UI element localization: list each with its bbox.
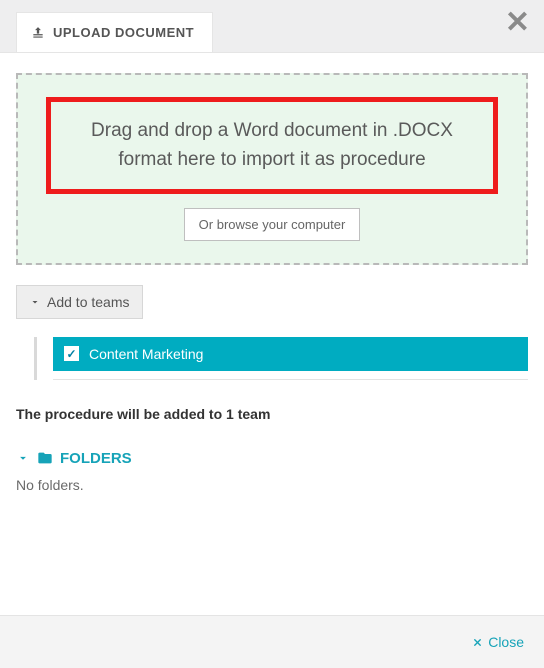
chevron-down-icon <box>16 451 30 465</box>
team-list: ✓ Content Marketing <box>34 337 528 380</box>
close-label: Close <box>488 634 524 650</box>
folder-icon <box>36 450 54 466</box>
modal-root: UPLOAD DOCUMENT ✕ Drag and drop a Word d… <box>0 0 544 668</box>
chevron-down-icon <box>29 296 41 308</box>
team-item-label: Content Marketing <box>89 346 203 362</box>
folders-empty: No folders. <box>16 477 528 493</box>
browse-button[interactable]: Or browse your computer <box>184 208 361 241</box>
dropzone[interactable]: Drag and drop a Word document in .DOCX f… <box>16 73 528 265</box>
tab-upload-document[interactable]: UPLOAD DOCUMENT <box>16 12 213 52</box>
team-summary: The procedure will be added to 1 team <box>16 406 528 422</box>
modal-header: UPLOAD DOCUMENT ✕ <box>0 0 544 52</box>
folders-header[interactable]: FOLDERS <box>16 450 528 467</box>
tab-label: UPLOAD DOCUMENT <box>53 25 194 40</box>
dropzone-highlight: Drag and drop a Word document in .DOCX f… <box>46 97 498 194</box>
add-to-teams-button[interactable]: Add to teams <box>16 285 143 319</box>
upload-icon <box>31 26 45 40</box>
checkbox-checked-icon: ✓ <box>64 346 79 361</box>
modal-body: Drag and drop a Word document in .DOCX f… <box>0 52 544 615</box>
dropzone-message: Drag and drop a Word document in .DOCX f… <box>71 116 473 175</box>
close-icon <box>472 637 483 648</box>
folders-label: FOLDERS <box>60 450 132 467</box>
modal-footer: Close <box>0 615 544 668</box>
close-icon[interactable]: ✕ <box>505 8 530 38</box>
close-button[interactable]: Close <box>472 634 524 650</box>
divider <box>53 379 528 380</box>
team-item[interactable]: ✓ Content Marketing <box>53 337 528 371</box>
add-to-teams-label: Add to teams <box>47 294 130 310</box>
